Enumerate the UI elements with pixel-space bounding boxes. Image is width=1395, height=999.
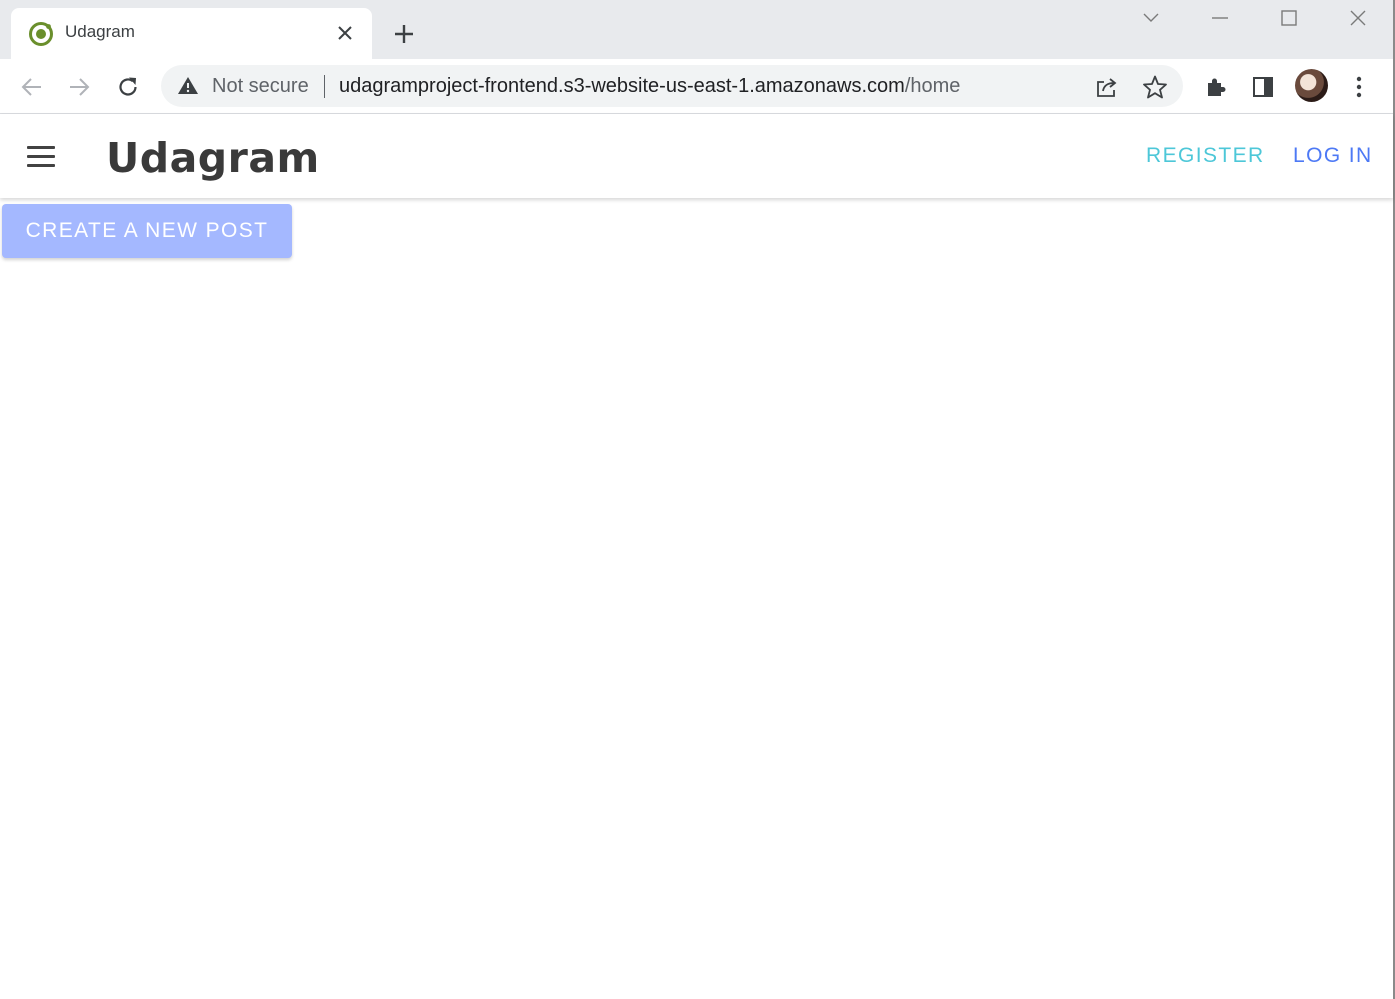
security-label[interactable]: Not secure [212, 75, 309, 98]
side-panel-icon[interactable] [1247, 71, 1279, 103]
maximize-icon[interactable] [1266, 4, 1312, 32]
tab-close-icon[interactable] [333, 21, 357, 45]
forward-icon[interactable] [63, 71, 95, 103]
new-tab-button[interactable] [390, 20, 418, 48]
address-bar[interactable]: Not secure udagramproject-frontend.s3-we… [161, 65, 1183, 107]
url-path: /home [904, 75, 961, 97]
url-text[interactable]: udagramproject-frontend.s3-website-us-ea… [339, 75, 960, 98]
brand-title: Udagram [106, 134, 320, 182]
back-icon[interactable] [16, 71, 48, 103]
star-icon[interactable] [1142, 74, 1168, 100]
create-post-button[interactable]: CREATE A NEW POST [2, 204, 292, 258]
url-host: udagramproject-frontend.s3-website-us-ea… [339, 75, 905, 97]
close-icon[interactable] [1335, 4, 1381, 32]
tab-search-icon[interactable] [1128, 4, 1174, 32]
ionic-logo-icon [28, 21, 54, 47]
profile-avatar[interactable] [1295, 69, 1328, 102]
app-header: Udagram REGISTER LOG IN [0, 114, 1393, 198]
extensions-icon[interactable] [1200, 71, 1232, 103]
tab-strip: Udagram [0, 0, 1393, 59]
browser-window: Udagram Not secure udagramproject-fronte… [0, 0, 1395, 999]
more-icon[interactable] [1343, 71, 1375, 103]
tab-title: Udagram [65, 22, 135, 41]
register-button[interactable]: REGISTER [1146, 144, 1265, 168]
share-icon[interactable] [1094, 74, 1120, 100]
browser-tab[interactable]: Udagram [11, 8, 372, 59]
minimize-icon[interactable] [1197, 4, 1243, 32]
browser-toolbar: Not secure udagramproject-frontend.s3-we… [0, 59, 1393, 114]
hamburger-menu-icon[interactable] [22, 140, 60, 172]
address-divider [324, 75, 325, 98]
reload-icon[interactable] [112, 71, 144, 103]
warning-icon[interactable] [177, 75, 199, 97]
login-button[interactable]: LOG IN [1293, 144, 1373, 168]
